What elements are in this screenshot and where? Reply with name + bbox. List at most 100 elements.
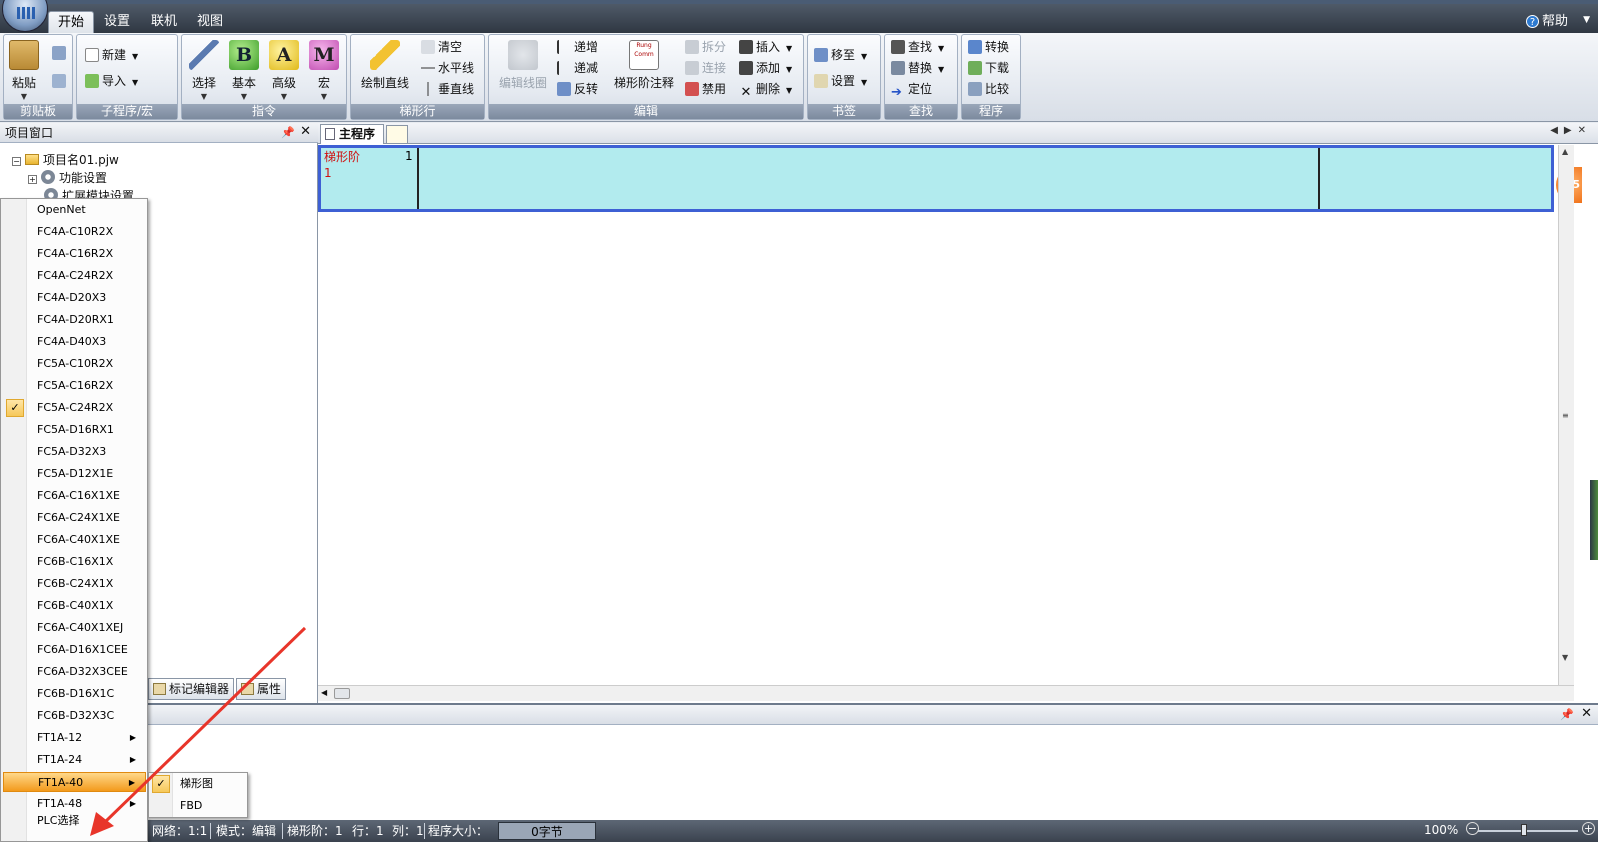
- menu-item-fc6b-c24x1x[interactable]: FC6B-C24X1X: [3, 574, 146, 594]
- tab-online[interactable]: 联机: [142, 11, 186, 33]
- close-icon[interactable]: ✕: [1581, 706, 1592, 721]
- compare-button[interactable]: 比较: [968, 79, 1009, 99]
- menu-item-fc5a-d12x1e[interactable]: FC5A-D12X1E: [3, 464, 146, 484]
- invert-button[interactable]: 反转: [557, 79, 598, 99]
- tab-view[interactable]: 视图: [188, 11, 232, 33]
- download-button[interactable]: 下载: [968, 58, 1009, 78]
- menu-item-opennet[interactable]: OpenNet: [3, 200, 146, 220]
- tab-settings[interactable]: 设置: [95, 11, 139, 33]
- paste-button[interactable]: 粘贴 ▼: [6, 37, 42, 103]
- bookmark-settings-button[interactable]: 设置 ▼: [814, 71, 867, 91]
- pin-icon[interactable]: 📌: [1560, 708, 1574, 721]
- application-menu-button[interactable]: [2, 0, 48, 32]
- move-to-button[interactable]: 移至 ▼: [814, 45, 867, 65]
- menu-item-fc4a-d20x3[interactable]: FC4A-D20X3: [3, 288, 146, 308]
- tree-root[interactable]: − 项目名01.pjw: [12, 151, 119, 168]
- menu-item-fc6a-c24x1xe[interactable]: FC6A-C24X1XE: [3, 508, 146, 528]
- menu-item-fc4a-c16r2x[interactable]: FC4A-C16R2X: [3, 244, 146, 264]
- delete-button[interactable]: ✕ 删除 ▼: [739, 79, 793, 100]
- scroll-thumb-grip[interactable]: ≡: [1562, 411, 1569, 420]
- menu-item-fc4a-c10r2x[interactable]: FC4A-C10R2X: [3, 222, 146, 242]
- menu-item-fc6a-d16x1cee[interactable]: FC6A-D16X1CEE: [3, 640, 146, 660]
- menu-item-fc6a-c40x1xej[interactable]: FC6A-C40X1XEJ: [3, 618, 146, 638]
- edit-coil-button[interactable]: 编辑线圈: [495, 37, 551, 103]
- connect-button[interactable]: 连接: [685, 58, 726, 78]
- add-button[interactable]: 添加 ▼: [739, 58, 792, 78]
- convert-button[interactable]: 转换: [968, 37, 1009, 57]
- import-button[interactable]: 导入 ▼: [85, 71, 138, 91]
- rung-comment-button[interactable]: Rung Comm 梯形阶注释: [611, 37, 677, 103]
- submenu-item-label: 梯形图: [180, 777, 213, 790]
- connect-label: 连接: [702, 61, 727, 75]
- close-icon[interactable]: ✕: [300, 124, 311, 139]
- tree-item-function-settings[interactable]: + 功能设置: [28, 169, 107, 186]
- tree-item-expansion-settings[interactable]: 扩展模块设置: [44, 187, 134, 198]
- draw-line-button[interactable]: 绘制直线: [357, 37, 413, 103]
- ladder-rung[interactable]: 梯形阶 1 1: [318, 145, 1554, 212]
- select-button[interactable]: 选择 ▼: [186, 37, 222, 103]
- cut-button[interactable]: [52, 43, 69, 63]
- menu-item-ft1a-12[interactable]: FT1A-12 ▶: [3, 728, 146, 748]
- menu-item-ft1a-24[interactable]: FT1A-24 ▶: [3, 750, 146, 770]
- status-col: 列：1: [392, 824, 424, 838]
- submenu-item-ladder[interactable]: 梯形图 ✓: [150, 774, 246, 794]
- horizontal-scroll-thumb[interactable]: [334, 688, 350, 699]
- horizontal-line-button[interactable]: 水平线: [421, 58, 474, 78]
- zoom-slider-thumb[interactable]: [1521, 824, 1527, 836]
- vertical-scrollbar[interactable]: ▲ ≡ ▼: [1558, 145, 1574, 687]
- menu-item-plc-select[interactable]: PLC选择: [3, 811, 146, 831]
- split-button[interactable]: 拆分: [685, 37, 726, 57]
- help-dropdown-arrow[interactable]: ▼: [1583, 15, 1590, 25]
- new-tab-button[interactable]: [386, 125, 408, 143]
- group-label-subroutine: 子程序/宏: [77, 104, 177, 119]
- zoom-slider[interactable]: [1478, 830, 1578, 832]
- decrement-button[interactable]: 递减: [557, 58, 598, 78]
- tab-properties[interactable]: 属性: [236, 678, 286, 700]
- menu-item-fc6b-d32x3c[interactable]: FC6B-D32X3C: [3, 706, 146, 726]
- menu-item-fc5a-d32x3[interactable]: FC5A-D32X3: [3, 442, 146, 462]
- scroll-down-icon[interactable]: ▼: [1562, 653, 1568, 662]
- macro-button[interactable]: M 宏 ▼: [306, 37, 342, 103]
- copy-button[interactable]: [52, 71, 69, 91]
- zoom-in-icon[interactable]: +: [1582, 822, 1595, 835]
- menu-item-fc6b-d16x1c[interactable]: FC6B-D16X1C: [3, 684, 146, 704]
- menu-item-fc6a-c16x1xe[interactable]: FC6A-C16X1XE: [3, 486, 146, 506]
- menu-item-fc6b-c40x1x[interactable]: FC6B-C40X1X: [3, 596, 146, 616]
- basic-button[interactable]: B 基本 ▼: [226, 37, 262, 103]
- submenu-item-fbd[interactable]: FBD: [150, 796, 246, 816]
- collapse-icon[interactable]: −: [12, 157, 21, 166]
- menu-item-fc5a-c16r2x[interactable]: FC5A-C16R2X: [3, 376, 146, 396]
- menu-item-fc6a-c40x1xe[interactable]: FC6A-C40X1XE: [3, 530, 146, 550]
- horizontal-scrollbar[interactable]: ◀: [318, 685, 1574, 701]
- menu-item-fc4a-c24r2x[interactable]: FC4A-C24R2X: [3, 266, 146, 286]
- tab-main-program[interactable]: 主程序: [320, 124, 385, 144]
- menu-item-fc4a-d40x3[interactable]: FC4A-D40X3: [3, 332, 146, 352]
- menu-item-label: FT1A-24: [37, 753, 83, 766]
- tab-start[interactable]: 开始: [48, 11, 95, 33]
- menu-item-fc6a-d32x3cee[interactable]: FC6A-D32X3CEE: [3, 662, 146, 682]
- menu-item-ft1a-40[interactable]: FT1A-40 ▶: [3, 772, 146, 792]
- find-button[interactable]: 查找 ▼: [891, 37, 944, 57]
- locate-button[interactable]: ➔ 定位: [891, 79, 932, 100]
- menu-item-fc5a-c24r2x[interactable]: FC5A-C24R2X ✓: [3, 398, 146, 418]
- menu-item-fc5a-c10r2x[interactable]: FC5A-C10R2X: [3, 354, 146, 374]
- menu-item-fc5a-d16rx1[interactable]: FC5A-D16RX1: [3, 420, 146, 440]
- increment-button[interactable]: 递增: [557, 37, 598, 57]
- menu-item-fc4a-d20rx1[interactable]: FC4A-D20RX1: [3, 310, 146, 330]
- scroll-left-icon[interactable]: ◀: [321, 688, 327, 697]
- disable-button[interactable]: 禁用: [685, 79, 726, 99]
- insert-button[interactable]: 插入 ▼: [739, 37, 792, 57]
- tab-tag-editor[interactable]: 标记编辑器: [148, 678, 234, 700]
- tab-nav-arrows[interactable]: ◀▶✕: [1550, 125, 1592, 136]
- advanced-button[interactable]: A 高级 ▼: [266, 37, 302, 103]
- new-subroutine-button[interactable]: 新建 ▼: [85, 45, 138, 65]
- zoom-out-icon[interactable]: −: [1466, 822, 1479, 835]
- help-button[interactable]: ? 帮助: [1525, 13, 1568, 31]
- pin-icon[interactable]: 📌: [281, 126, 295, 139]
- replace-button[interactable]: 替换 ▼: [891, 58, 944, 78]
- scroll-up-icon[interactable]: ▲: [1562, 147, 1568, 156]
- clear-button[interactable]: 清空: [421, 37, 462, 57]
- expand-icon[interactable]: +: [28, 175, 37, 184]
- menu-item-fc6b-c16x1x[interactable]: FC6B-C16X1X: [3, 552, 146, 572]
- vertical-line-button[interactable]: 垂直线: [421, 79, 474, 99]
